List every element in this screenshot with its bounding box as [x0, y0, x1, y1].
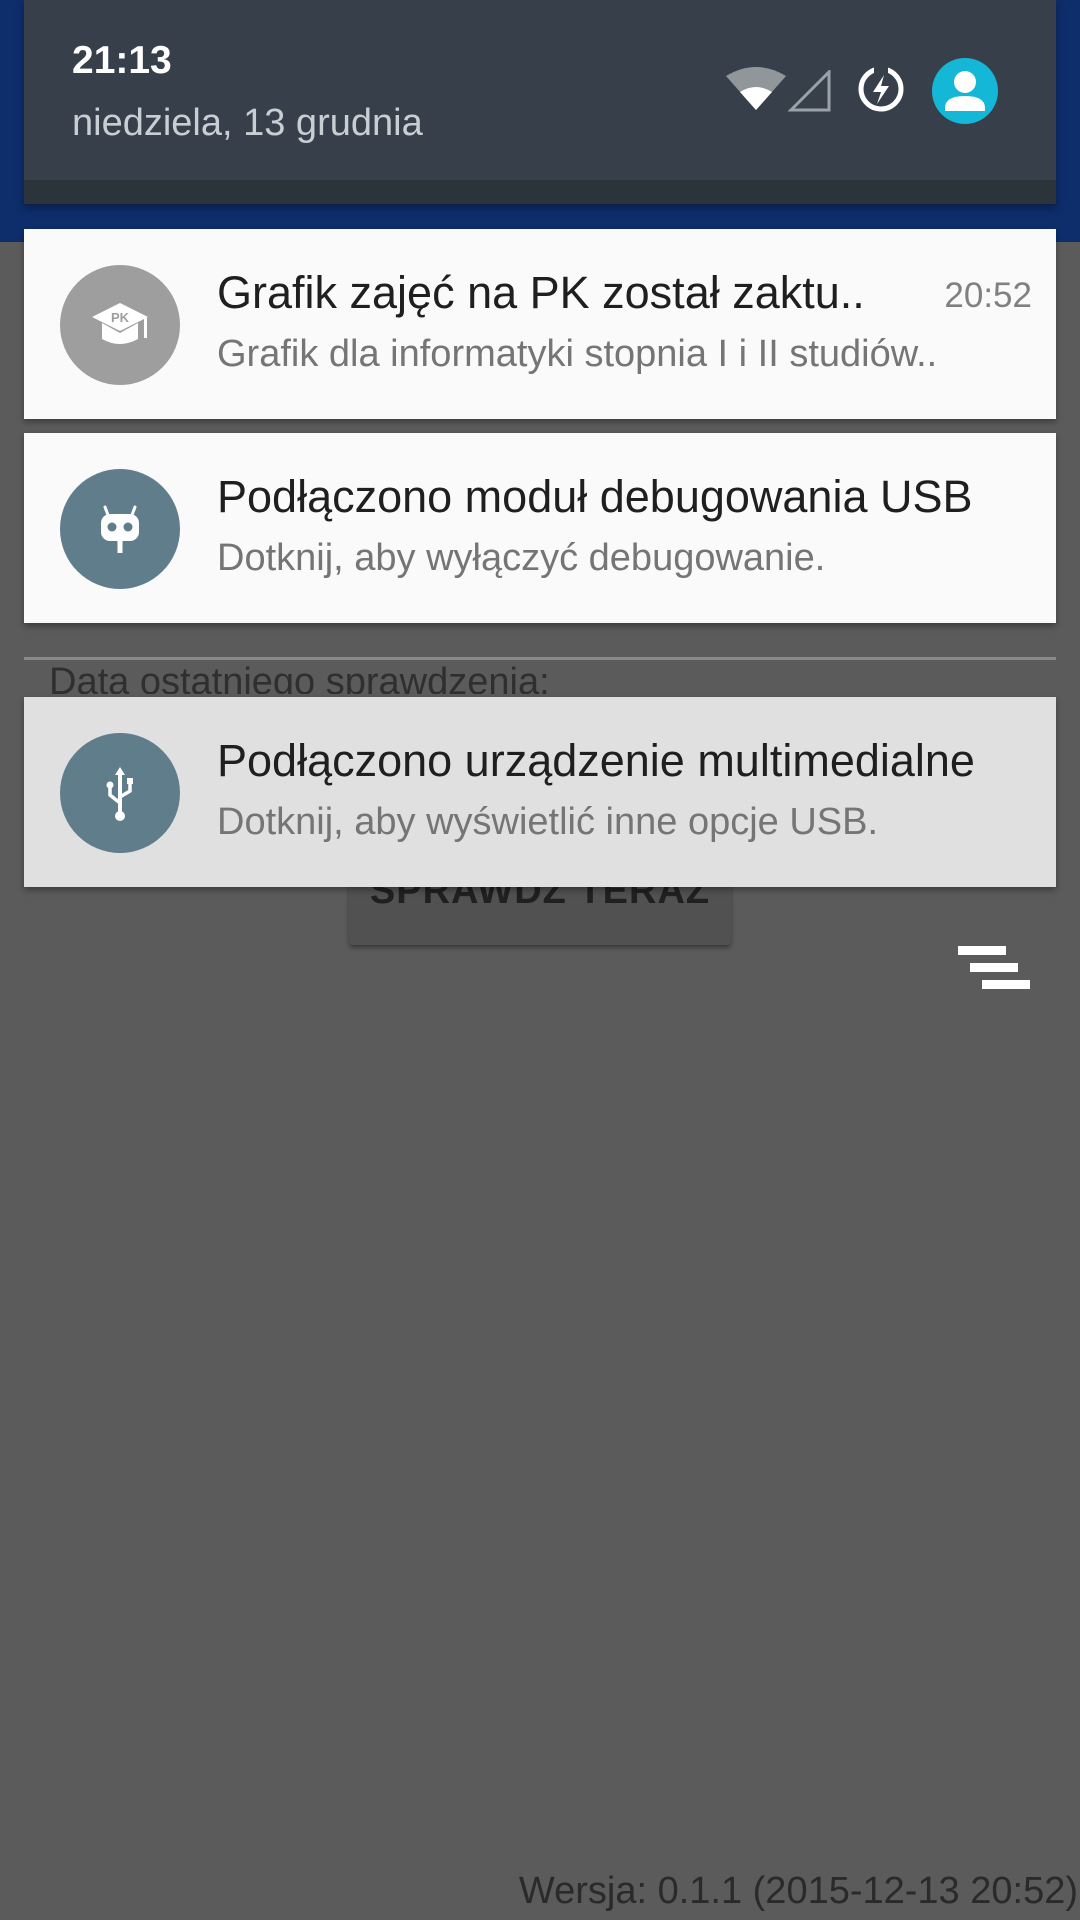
notification-text: Grafik dla informatyki stopnia I i II st…	[217, 333, 938, 375]
android-debug-icon	[60, 469, 180, 589]
notification-title: Podłączono moduł debugowania USB	[217, 471, 973, 522]
app-last-check-label: Data ostatniego sprawdzenia:	[49, 661, 550, 694]
quick-settings-header[interactable]: 21:13 niedziela, 13 grudnia	[24, 0, 1056, 204]
user-avatar-icon[interactable]	[932, 58, 998, 124]
power-saver-icon[interactable]	[856, 64, 906, 114]
dismiss-all-icon[interactable]	[952, 940, 1032, 1000]
notification-text: Dotknij, aby wyłączyć debugowanie.	[217, 537, 826, 579]
notification-title: Podłączono urządzenie multimedialne	[217, 735, 975, 786]
notification-title: Grafik zajęć na PK został zaktu..	[217, 267, 865, 318]
usb-icon	[60, 733, 180, 853]
header-clock[interactable]: 21:13	[72, 38, 172, 84]
signal-icon	[788, 70, 831, 112]
notification-schedule-update[interactable]: PK Grafik zajęć na PK został zaktu.. 20:…	[24, 229, 1056, 419]
notification-usb-debugging[interactable]: Podłączono moduł debugowania USB Dotknij…	[24, 433, 1056, 623]
wifi-icon	[726, 67, 786, 110]
pk-icon-text: PK	[111, 310, 130, 325]
app-version-label: Wersja: 0.1.1 (2015-12-13 20:52)	[518, 1870, 1078, 1912]
notification-text: Dotknij, aby wyświetlić inne opcje USB.	[217, 801, 879, 843]
header-date[interactable]: niedziela, 13 grudnia	[72, 100, 423, 146]
notification-usb-media-device[interactable]: Podłączono urządzenie multimedialne Dotk…	[24, 697, 1056, 887]
header-bottom-strip	[24, 180, 1056, 204]
notification-time: 20:52	[944, 276, 1032, 315]
pk-graduation-cap-icon: PK	[60, 265, 180, 385]
